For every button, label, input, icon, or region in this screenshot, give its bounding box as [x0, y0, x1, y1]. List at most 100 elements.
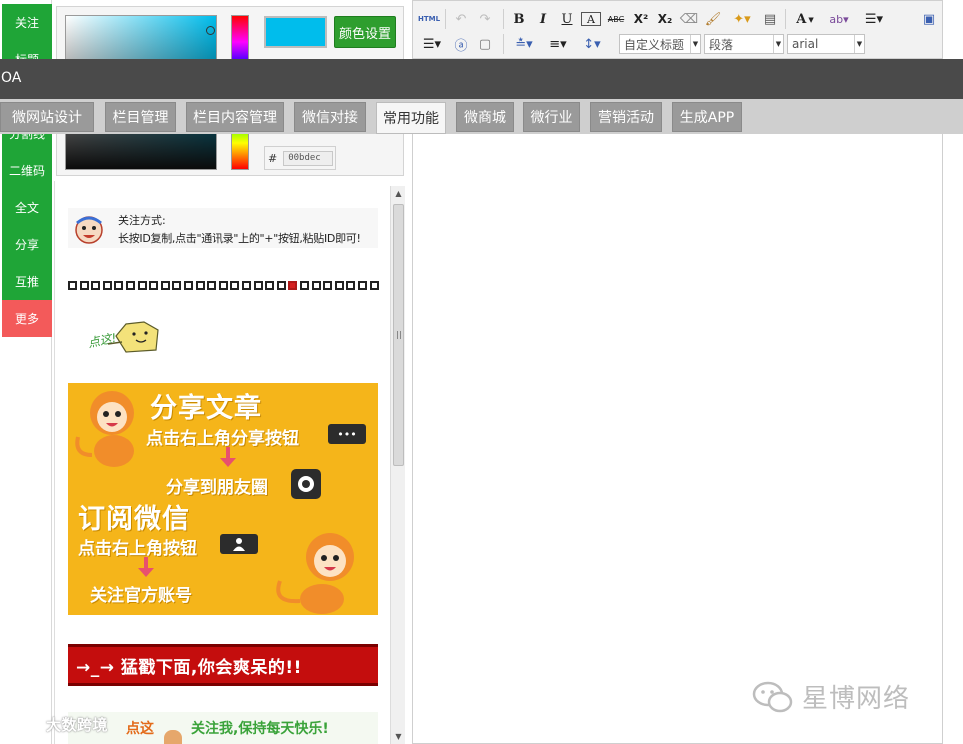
category-label: 更多 — [14, 312, 39, 326]
category-label: 分享 — [14, 238, 39, 252]
font-family-label: arial — [792, 37, 819, 51]
tab-wechat-connect[interactable]: 微信对接 — [294, 102, 366, 132]
anchor-icon[interactable]: ⓐ — [451, 34, 471, 54]
arrow-down-icon — [220, 458, 236, 467]
poster-title-share: 分享文章 — [150, 393, 262, 424]
tab-marketing[interactable]: 营销活动 — [590, 102, 662, 132]
tab-column-content[interactable]: 栏目内容管理 — [186, 102, 284, 132]
scroll-down-icon[interactable]: ▼ — [391, 729, 406, 744]
tab-micro-mall[interactable]: 微商城 — [456, 102, 514, 132]
divider-dot — [358, 281, 367, 290]
divider-dot — [68, 281, 77, 290]
divider-dot — [276, 281, 286, 290]
scroll-thumb[interactable] — [393, 204, 404, 466]
chevron-down-icon: ▼ — [808, 14, 814, 24]
row-spacing-bottom-icon[interactable]: ≡▾ — [543, 34, 573, 54]
click-here-sticker[interactable]: 点这! — [86, 318, 166, 358]
html-source-button[interactable]: HTML — [417, 9, 441, 29]
chevron-down-icon: ▼ — [854, 35, 864, 53]
moments-camera-icon — [291, 469, 321, 499]
divider-dot — [300, 281, 309, 290]
strikethrough-button[interactable]: ABC — [605, 9, 627, 29]
divider-dot — [253, 281, 263, 290]
unordered-list-icon[interactable]: ☰▾ — [417, 34, 447, 54]
line-height-icon[interactable]: ↕▾ — [577, 34, 607, 54]
toolbar-separator — [503, 34, 504, 54]
hand-icon — [164, 730, 182, 744]
tab-common-functions[interactable]: 常用功能 — [376, 102, 446, 134]
svg-text:点这!: 点这! — [87, 331, 118, 351]
follow-description: 长按ID复制,点击"通讯录"上的"+"按钮,粘贴ID即可! — [118, 232, 361, 245]
ordered-list-icon[interactable]: ☰▾ — [859, 9, 889, 29]
watermark-left-text: 大数跨境 — [46, 715, 109, 734]
red-banner-text: →_→ 猛戳下面,你会爽呆的!! — [76, 657, 302, 678]
template-share-poster[interactable]: 分享文章 点击右上角分享按钮 ••• 分享到朋友圈 订阅微信 点击右上角按钮 关… — [68, 383, 378, 615]
redo-icon[interactable]: ↷ — [475, 9, 495, 29]
more-menu-icon: ••• — [328, 424, 366, 444]
divider-dot — [334, 281, 344, 290]
italic-button[interactable]: I — [533, 9, 553, 29]
category-qrcode[interactable]: 二维码 — [2, 152, 52, 189]
paragraph-label: 段落 — [709, 37, 734, 52]
set-color-button[interactable]: 颜色设置 — [334, 16, 396, 48]
subscript-button[interactable]: X₂ — [655, 9, 675, 29]
divider-dot — [172, 281, 182, 290]
category-share[interactable]: 分享 — [2, 226, 52, 263]
bold-button[interactable]: B — [509, 9, 529, 29]
row-spacing-top-icon[interactable]: ≛▾ — [509, 34, 539, 54]
divider-dot — [79, 281, 89, 290]
font-color-button[interactable]: A ▼ — [791, 9, 819, 29]
undo-icon[interactable]: ↶ — [451, 9, 471, 29]
font-border-button[interactable]: A — [581, 12, 601, 26]
watermark-right-text: 星博网络 — [802, 684, 911, 714]
template-red-banner[interactable]: →_→ 猛戳下面,你会爽呆的!! — [68, 644, 378, 686]
stripe-text-follow: 关注我,保持每天快乐! — [191, 721, 329, 737]
stripe-text-click: 点这 — [126, 721, 154, 737]
tab-micro-industry[interactable]: 微行业 — [523, 102, 580, 132]
divider-dot-red — [288, 281, 298, 290]
scroll-up-icon[interactable]: ▲ — [391, 186, 406, 201]
toolbar-separator — [445, 9, 446, 29]
monkey-mascot-icon — [75, 391, 134, 467]
chevron-down-icon: ▼ — [690, 35, 700, 53]
paste-text-icon[interactable]: ▤ — [761, 9, 779, 29]
format-brush-icon[interactable]: 🖌 — [703, 9, 723, 29]
divider-dot — [195, 281, 205, 290]
custom-title-select[interactable]: 自定义标题 ▼ — [619, 34, 701, 54]
tab-site-design[interactable]: 微网站设计 — [0, 102, 94, 132]
hex-input[interactable]: 00bdec — [283, 150, 334, 166]
eraser-icon[interactable]: ⌫ — [679, 9, 699, 29]
arrow-down-icon — [138, 568, 154, 577]
divider-dot — [242, 281, 251, 290]
follow-title: 关注方式: — [118, 214, 166, 227]
editor-toolbar: HTML ↶ ↷ B I U A ABC X² X₂ ⌫ 🖌 ✦▾ ▤ A ▼ a… — [413, 1, 942, 59]
template-follow-stripe[interactable]: 点这 关注我,保持每天快乐! — [68, 712, 378, 744]
category-mutual[interactable]: 互推 — [2, 263, 52, 300]
template-scrollbar[interactable]: ▲ ▼ — [390, 186, 405, 744]
category-more[interactable]: 更多 — [2, 300, 52, 337]
underline-button[interactable]: U — [557, 9, 577, 29]
tab-generate-app[interactable]: 生成APP — [672, 102, 742, 132]
font-family-select[interactable]: arial ▼ — [787, 34, 865, 54]
watermark-logo-icon — [8, 714, 40, 734]
font-color-label: A — [796, 11, 807, 27]
paragraph-select[interactable]: 段落 ▼ — [704, 34, 784, 54]
monkey-mascot-icon — [276, 533, 354, 614]
main-nav: 微网站设计 栏目管理 栏目内容管理 微信对接 常用功能 微商城 微行业 营销活动… — [0, 99, 963, 134]
template-follow[interactable]: 关注方式: 长按ID复制,点击"通讯录"上的"+"按钮,粘贴ID即可! — [68, 208, 378, 248]
divider-dot — [91, 281, 101, 290]
highlight-icon[interactable]: ab▾ — [823, 9, 855, 29]
color-cursor-handle[interactable] — [206, 26, 215, 35]
template-dot-divider[interactable] — [68, 281, 380, 291]
divider-dot — [114, 281, 124, 290]
divider-dot — [137, 281, 147, 290]
category-fulltext[interactable]: 全文 — [2, 189, 52, 226]
fullscreen-icon[interactable]: ▣ — [919, 9, 939, 29]
tab-column-manage[interactable]: 栏目管理 — [105, 102, 176, 132]
auto-format-icon[interactable]: ✦▾ — [727, 9, 757, 29]
page-break-icon[interactable]: ▢ — [475, 34, 495, 54]
superscript-button[interactable]: X² — [631, 9, 651, 29]
divider-dot — [126, 281, 135, 290]
divider-dot — [265, 281, 275, 290]
category-follow[interactable]: 关注 — [2, 4, 52, 41]
